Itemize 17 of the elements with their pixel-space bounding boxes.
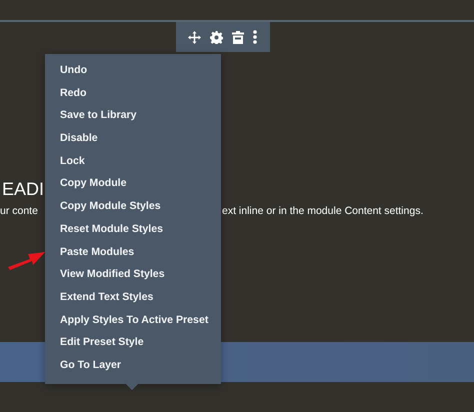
menu-item[interactable]: Disable [45, 127, 221, 150]
menu-item[interactable]: Paste Modules [45, 240, 221, 264]
menu-item[interactable]: Save to Library [45, 104, 221, 128]
body-text: ur conte [0, 205, 38, 217]
menu-item[interactable]: Copy Module Styles [45, 195, 221, 218]
menu-item[interactable]: Undo [45, 59, 221, 82]
menu-item[interactable]: Extend Text Styles [45, 286, 221, 309]
menu-item[interactable]: Edit Preset Style [45, 331, 221, 354]
menu-item[interactable]: Copy Module [45, 172, 221, 196]
heading: EADI [1, 178, 44, 201]
menu-item[interactable]: Apply Styles To Active Preset [45, 308, 221, 332]
menu-item[interactable]: View Modified Styles [45, 263, 221, 286]
menu-item[interactable]: Reset Module Styles [45, 218, 221, 240]
menu-item[interactable]: Lock [45, 150, 221, 172]
menu-item[interactable]: Go To Layer [45, 354, 221, 377]
menu-item[interactable]: Redo [45, 82, 221, 104]
body-text: ext inline or in the module Content settings. [222, 205, 424, 217]
